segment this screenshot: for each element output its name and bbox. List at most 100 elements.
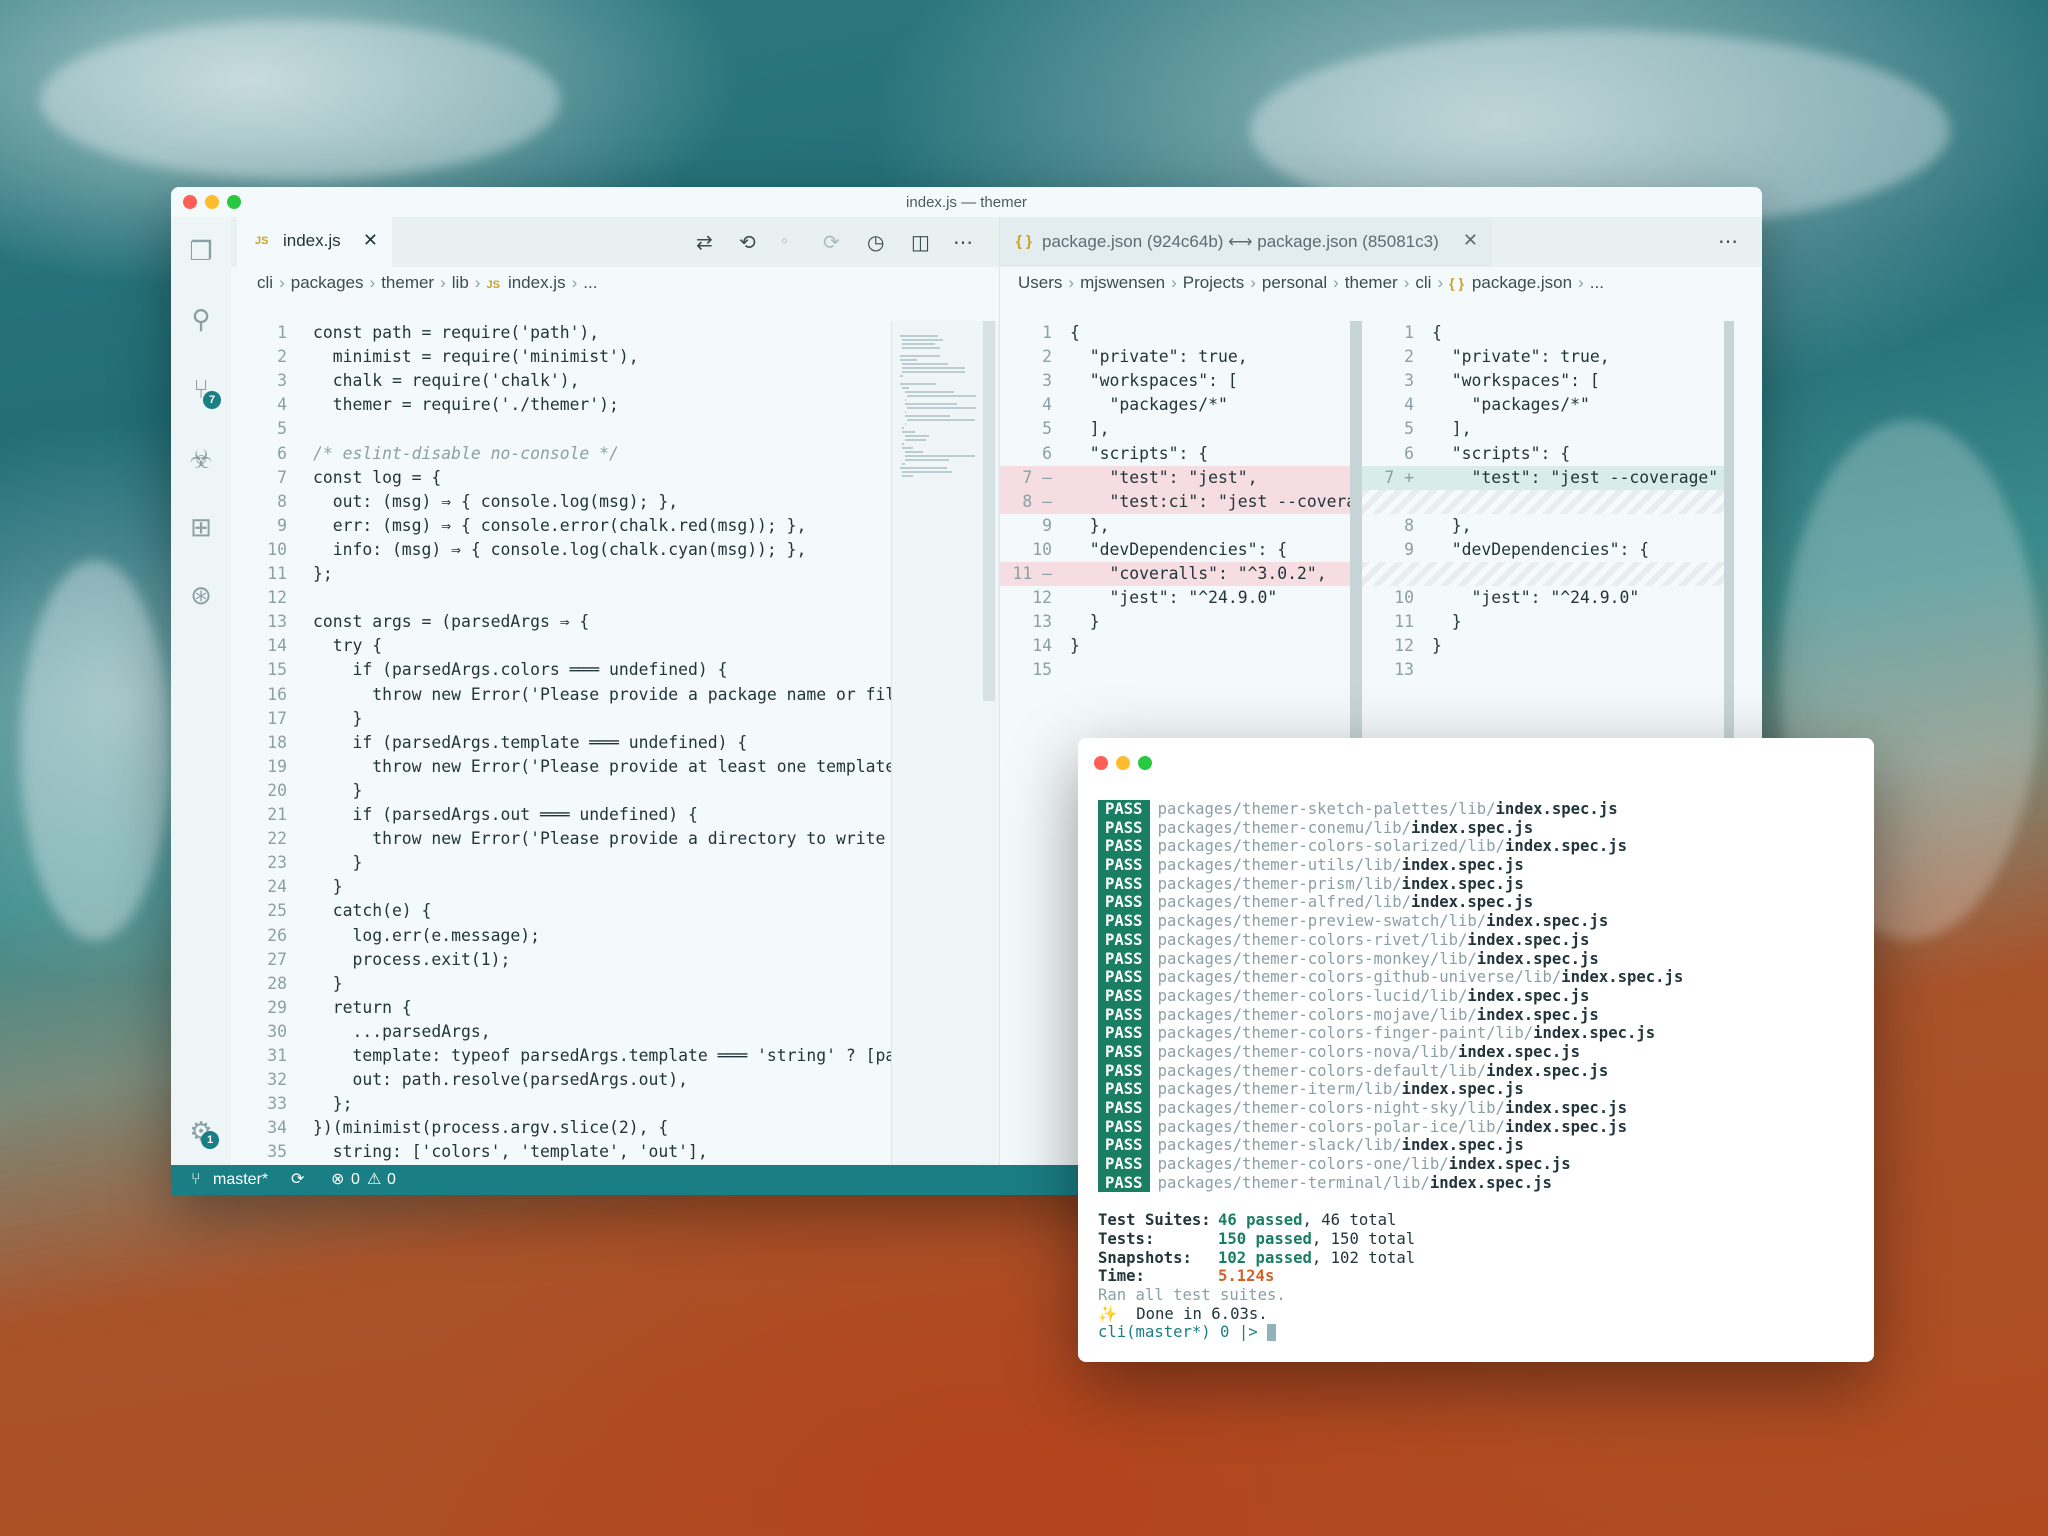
timeline-icon[interactable]: ◦	[781, 230, 788, 253]
explorer-icon[interactable]: ❐	[185, 235, 217, 267]
tab-index-js[interactable]: JS index.js ✕	[237, 217, 392, 267]
code-line[interactable]: 7 const log = {	[231, 466, 891, 490]
diff-line[interactable]: 13 }	[1000, 610, 1350, 634]
branch-name[interactable]: master*	[213, 1165, 268, 1195]
breadcrumb-item[interactable]: Users	[1018, 273, 1062, 292]
code-line[interactable]: 25 catch(e) {	[231, 899, 891, 923]
diff-line[interactable]: 1{	[1362, 321, 1724, 345]
code-line[interactable]: 15 if (parsedArgs.colors ═══ undefined) …	[231, 658, 891, 682]
code-line[interactable]: 19 throw new Error('Please provide at le…	[231, 755, 891, 779]
diff-line[interactable]: 9 },	[1000, 514, 1350, 538]
tab-package-json-diff[interactable]: { } package.json (924c64b) ⟷ package.jso…	[1000, 217, 1492, 267]
diff-line[interactable]: 12 "jest": "^24.9.0"	[1000, 586, 1350, 610]
code-line[interactable]: 32 out: path.resolve(parsedArgs.out),	[231, 1068, 891, 1092]
breadcrumb-item[interactable]: packages	[291, 273, 364, 292]
diff-line[interactable]: 4 "packages/*"	[1000, 393, 1350, 417]
removed-line[interactable]: 8 — "test:ci": "jest --coverag	[1000, 489, 1350, 514]
diff-line[interactable]: 12}	[1362, 634, 1724, 658]
code-line[interactable]: 11};	[231, 562, 891, 586]
removed-line[interactable]: 11 — "coveralls": "^3.0.2",	[1000, 562, 1350, 586]
settings-gear-icon[interactable]: ⚙ 1	[185, 1115, 219, 1149]
breadcrumb-item[interactable]: mjswensen	[1080, 273, 1165, 292]
close-tab-icon[interactable]: ✕	[1463, 230, 1478, 251]
code-line[interactable]: 28 }	[231, 972, 891, 996]
diff-line[interactable]: 2 "private": true,	[1362, 345, 1724, 369]
breadcrumb-item[interactable]: themer	[1345, 273, 1398, 292]
diff-line[interactable]: 8 },	[1362, 514, 1724, 538]
minimap[interactable]	[891, 321, 980, 1165]
breadcrumb-item[interactable]: cli	[1415, 273, 1431, 292]
warning-count[interactable]: 0	[387, 1165, 396, 1195]
code-line[interactable]: 29 return {	[231, 996, 891, 1020]
code-line[interactable]: 20 }	[231, 779, 891, 803]
close-tab-icon[interactable]: ✕	[363, 230, 378, 251]
diff-line[interactable]: 10 "jest": "^24.9.0"	[1362, 586, 1724, 610]
code-line[interactable]: 5	[231, 417, 891, 441]
code-line[interactable]: 18 if (parsedArgs.template ═══ undefined…	[231, 731, 891, 755]
diff-line[interactable]: 4 "packages/*"	[1362, 393, 1724, 417]
diff-line[interactable]: 3 "workspaces": [	[1000, 369, 1350, 393]
open-changes-icon[interactable]: ⇄	[696, 230, 713, 255]
close-window-button[interactable]	[1094, 756, 1108, 770]
diff-line[interactable]: 6 "scripts": {	[1362, 442, 1724, 466]
breadcrumb-item[interactable]: lib	[452, 273, 469, 292]
zoom-window-button[interactable]	[1138, 756, 1152, 770]
debug-icon[interactable]: ☣	[185, 443, 217, 475]
diff-line[interactable]: 14}	[1000, 634, 1350, 658]
diff-line[interactable]: 6 "scripts": {	[1000, 442, 1350, 466]
breadcrumb-item[interactable]: cli	[257, 273, 273, 292]
breadcrumb-item[interactable]: themer	[381, 273, 434, 292]
breadcrumb-item[interactable]: personal	[1262, 273, 1327, 292]
code-line[interactable]: 17 }	[231, 707, 891, 731]
code-line[interactable]: 8 out: (msg) ⇒ { console.log(msg); },	[231, 490, 891, 514]
added-line[interactable]: 7 + "test": "jest --coverage"	[1362, 465, 1724, 490]
code-line[interactable]: 24 }	[231, 875, 891, 899]
code-line[interactable]: 1 const path = require('path'),	[231, 321, 891, 345]
code-line[interactable]: 10 info: (msg) ⇒ { console.log(chalk.cya…	[231, 538, 891, 562]
code-line[interactable]: 26 log.err(e.message);	[231, 924, 891, 948]
error-icon[interactable]: ⊗	[331, 1165, 344, 1195]
diff-line[interactable]: 15	[1000, 658, 1350, 682]
code-line[interactable]: 12	[231, 586, 891, 610]
diff-line[interactable]: 9 "devDependencies": {	[1362, 538, 1724, 562]
next-change-icon[interactable]: ⟳	[823, 230, 840, 255]
diff-line[interactable]	[1362, 489, 1724, 514]
code-line[interactable]: 4 themer = require('./themer');	[231, 393, 891, 417]
diff-line[interactable]: 5 ],	[1362, 417, 1724, 441]
code-line[interactable]: 30 ...parsedArgs,	[231, 1020, 891, 1044]
breadcrumb-item[interactable]: ...	[1590, 273, 1604, 292]
diff-line[interactable]: 10 "devDependencies": {	[1000, 538, 1350, 562]
more-actions-icon[interactable]: ⋯	[1718, 229, 1738, 254]
error-count[interactable]: 0	[351, 1165, 360, 1195]
code-line[interactable]: 9 err: (msg) ⇒ { console.error(chalk.red…	[231, 514, 891, 538]
code-line[interactable]: 3 chalk = require('chalk'),	[231, 369, 891, 393]
diff-line[interactable]: 5 ],	[1000, 417, 1350, 441]
diff-line[interactable]: 2 "private": true,	[1000, 345, 1350, 369]
code-line[interactable]: 27 process.exit(1);	[231, 948, 891, 972]
code-line[interactable]: 22 throw new Error('Please provide a dir…	[231, 827, 891, 851]
code-line[interactable]: 31 template: typeof parsedArgs.template …	[231, 1044, 891, 1068]
previous-change-icon[interactable]: ⟲	[739, 230, 756, 255]
source-control-icon[interactable]: ⑂ 7	[185, 373, 221, 409]
split-editor-icon[interactable]: ◫	[911, 230, 930, 255]
search-icon[interactable]: ⚲	[185, 303, 217, 335]
terminal-output[interactable]: PASS packages/themer-sketch-palettes/lib/…	[1098, 800, 1864, 1342]
warning-icon[interactable]: ⚠	[367, 1165, 381, 1195]
branch-icon[interactable]: ⑂	[191, 1165, 201, 1195]
more-actions-icon[interactable]: ⋯	[953, 230, 973, 255]
code-line[interactable]: 13 const args = (parsedArgs ⇒ {	[231, 610, 891, 634]
breadcrumb-item[interactable]: ...	[583, 273, 597, 292]
breadcrumb-item[interactable]: package.json	[1472, 273, 1572, 292]
diff-line[interactable]: 11 }	[1362, 610, 1724, 634]
prompt-line[interactable]: cli(master*) 0 |>	[1098, 1323, 1864, 1342]
extensions-icon[interactable]: ⊞	[185, 511, 217, 543]
code-line[interactable]: 35 string: ['colors', 'template', 'out']…	[231, 1140, 891, 1164]
breadcrumb-item[interactable]: index.js	[508, 273, 566, 292]
code-line[interactable]: 23 }	[231, 851, 891, 875]
vertical-scrollbar[interactable]	[979, 321, 999, 1165]
diff-line[interactable]: 3 "workspaces": [	[1362, 369, 1724, 393]
code-line[interactable]: 2 minimist = require('minimist'),	[231, 345, 891, 369]
diff-line[interactable]: 1{	[1000, 321, 1350, 345]
history-icon[interactable]: ◷	[867, 230, 884, 255]
diff-line[interactable]	[1362, 562, 1724, 586]
